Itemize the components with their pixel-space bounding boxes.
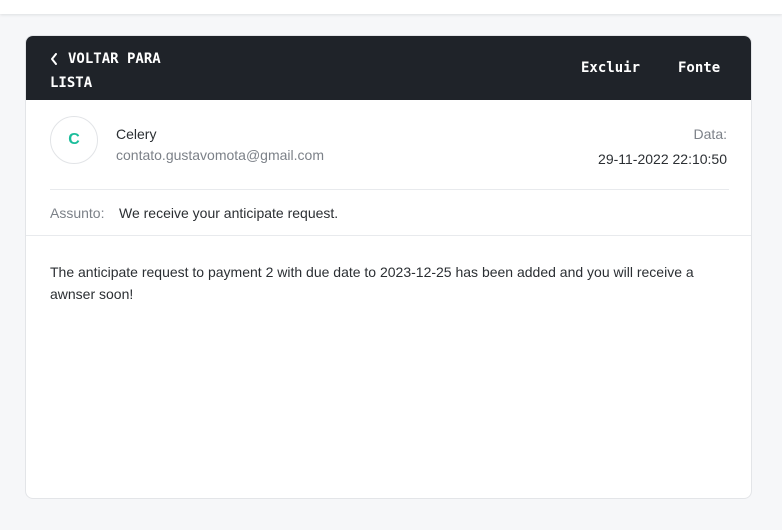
subject-label: Assunto: [50,205,105,221]
sender-email: contato.gustavomota@gmail.com [116,147,324,163]
chevron-left-icon [50,47,68,65]
delete-button[interactable]: Excluir [581,57,640,79]
subject-value: We receive your anticipate request. [119,205,339,221]
subject-divider [26,235,751,236]
back-to-list-link[interactable]: VOLTAR PARA LISTA [50,47,200,95]
view-source-button[interactable]: Fonte [678,57,720,79]
date-label: Data: [693,126,727,142]
message-card: VOLTAR PARA LISTA Excluir Fonte C Celery… [25,35,752,499]
message-body: The anticipate request to payment 2 with… [50,264,694,302]
sender-name: Celery [116,126,157,142]
date-value: 29-11-2022 22:10:50 [598,151,727,167]
sender-avatar: C [50,116,98,164]
message-header-bar: VOLTAR PARA LISTA Excluir Fonte [26,36,751,100]
header-divider [50,189,729,190]
top-app-bar [0,0,782,14]
